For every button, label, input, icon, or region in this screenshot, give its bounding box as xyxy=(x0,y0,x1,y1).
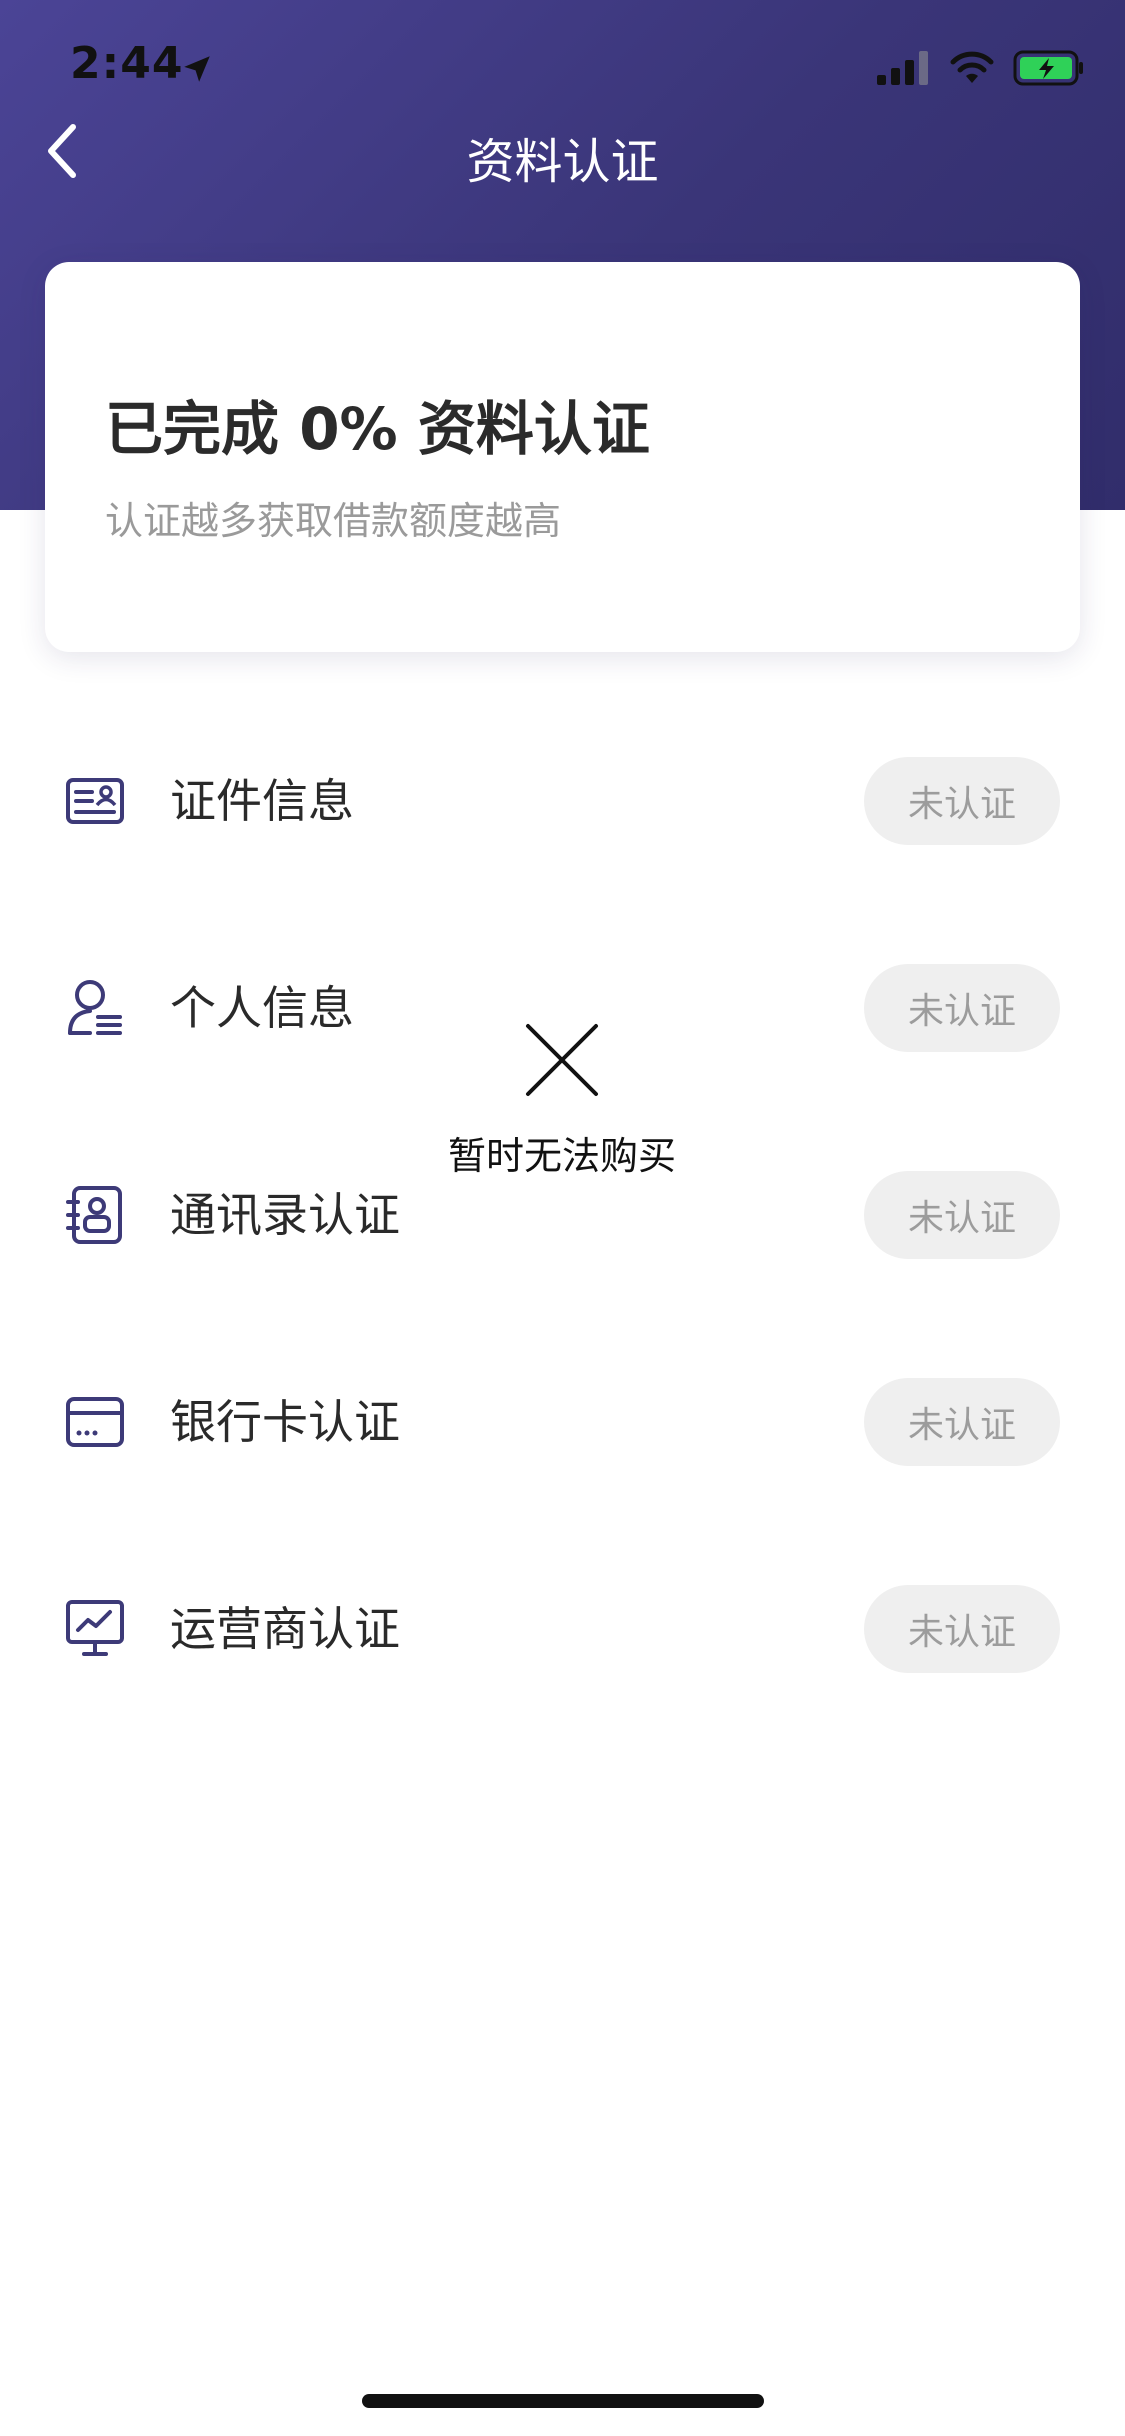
status-badge: 未认证 xyxy=(864,964,1060,1052)
verification-list: 证件信息 未认证 个人信息 未认证 通讯录认证 未认证 银行卡认证 未认证 运营… xyxy=(0,740,1125,1775)
battery-charging-icon xyxy=(1013,50,1083,86)
error-toast: 暂时无法购买 xyxy=(412,1000,712,1190)
home-indicator[interactable] xyxy=(362,2394,764,2408)
location-arrow-icon xyxy=(184,56,210,82)
list-item-label: 证件信息 xyxy=(170,774,354,828)
list-item-label: 通讯录认证 xyxy=(170,1188,400,1242)
status-badge: 未认证 xyxy=(864,1171,1060,1259)
status-badge: 未认证 xyxy=(864,1585,1060,1673)
progress-summary-card: 已完成 0% 资料认证 认证越多获取借款额度越高 xyxy=(45,262,1080,652)
list-item-label: 银行卡认证 xyxy=(170,1395,400,1449)
carrier-icon xyxy=(66,1600,124,1656)
toast-message: 暂时无法购买 xyxy=(447,1134,676,1178)
person-info-icon xyxy=(68,980,122,1035)
status-indicators xyxy=(877,48,1085,88)
contacts-icon xyxy=(66,1186,122,1244)
list-item-bank-card[interactable]: 银行卡认证 未认证 xyxy=(0,1361,1125,1568)
list-item-carrier[interactable]: 运营商认证 未认证 xyxy=(0,1568,1125,1775)
completion-subtitle: 认证越多获取借款额度越高 xyxy=(105,499,562,543)
wifi-icon xyxy=(950,51,994,83)
bank-card-icon xyxy=(66,1397,124,1447)
navigation-bar: 资料认证 xyxy=(0,110,1125,190)
list-item-label: 个人信息 xyxy=(170,981,354,1035)
list-item-label: 运营商认证 xyxy=(170,1602,400,1656)
id-card-icon xyxy=(66,778,124,824)
page-title: 资料认证 xyxy=(466,134,659,190)
status-badge: 未认证 xyxy=(864,757,1060,845)
close-icon xyxy=(526,1024,598,1096)
status-badge: 未认证 xyxy=(864,1378,1060,1466)
completion-title: 已完成 0% 资料认证 xyxy=(105,395,650,463)
status-time: 2:44 xyxy=(70,38,184,89)
cellular-signal-icon xyxy=(877,51,928,85)
list-item-id-info[interactable]: 证件信息 未认证 xyxy=(0,740,1125,947)
